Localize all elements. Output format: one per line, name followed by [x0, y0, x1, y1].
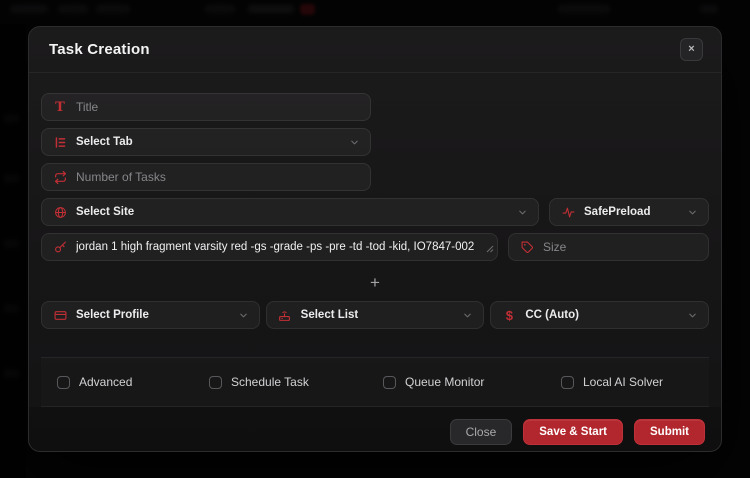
select-profile-value: Select Profile [76, 309, 149, 321]
select-list-value: Select List [301, 309, 359, 321]
checkbox-label: Local AI Solver [583, 375, 663, 389]
options-section: Advanced Schedule Task Queue Monitor Local … [41, 357, 709, 407]
plus-icon[interactable]: + [360, 274, 390, 291]
checkbox-box[interactable] [383, 376, 396, 389]
keyword-token: -tod [366, 241, 386, 253]
title-text-icon: T [53, 101, 67, 114]
checkbox-box[interactable] [209, 376, 222, 389]
list-tree-icon [53, 136, 67, 149]
keyword-token: -ps [306, 241, 322, 253]
checkbox-label: Queue Monitor [405, 375, 484, 389]
size-field[interactable] [508, 233, 709, 261]
credit-card-icon [53, 309, 67, 322]
chevron-down-icon [687, 310, 698, 321]
checkbox-label: Schedule Task [231, 375, 309, 389]
close-icon[interactable]: × [680, 38, 703, 61]
globe-icon [53, 206, 67, 219]
save-and-start-button[interactable]: Save & Start [523, 419, 623, 445]
preload-mode-dropdown[interactable]: SafePreload [549, 198, 709, 226]
close-button[interactable]: Close [450, 419, 513, 445]
select-tab-dropdown[interactable]: Select Tab [41, 128, 371, 156]
cc-mode-value: CC (Auto) [525, 309, 579, 321]
keyword-token: 1 high fragment varsity red [108, 241, 251, 253]
proxy-router-icon [278, 309, 292, 322]
preload-mode-value: SafePreload [584, 206, 650, 218]
size-input[interactable] [543, 240, 698, 254]
chevron-down-icon [462, 310, 473, 321]
chevron-down-icon [517, 207, 528, 218]
modal-body: T Select Tab [29, 73, 721, 407]
checkbox-box[interactable] [561, 376, 574, 389]
title-field[interactable]: T [41, 93, 371, 121]
modal-header: Task Creation × [29, 27, 721, 73]
number-of-tasks-input[interactable] [76, 170, 360, 184]
modal-footer: Close Save & Start Submit [29, 407, 721, 452]
checkbox-advanced[interactable]: Advanced [57, 375, 209, 389]
chevron-down-icon [687, 207, 698, 218]
checkbox-local-ai-solver[interactable]: Local AI Solver [561, 375, 693, 389]
keyword-token: -grade [267, 241, 307, 253]
task-creation-modal: Task Creation × T Select Tab [28, 26, 722, 452]
resize-handle[interactable] [486, 240, 494, 258]
keyword-token: -gs [251, 241, 267, 253]
select-tab-value: Select Tab [76, 136, 133, 148]
activity-pulse-icon [561, 206, 575, 219]
modal-title: Task Creation [49, 41, 150, 58]
keywords-value: jordan 1 high fragment varsity red -gs -… [76, 241, 487, 253]
chevron-down-icon [349, 137, 360, 148]
select-site-value: Select Site [76, 206, 134, 218]
title-input[interactable] [76, 100, 360, 114]
keywords-textarea[interactable]: jordan 1 high fragment varsity red -gs -… [41, 233, 498, 261]
cc-mode-dropdown[interactable]: $ CC (Auto) [490, 301, 709, 329]
chevron-down-icon [238, 310, 249, 321]
keyword-token: -pre -td [322, 241, 365, 253]
key-icon [53, 241, 67, 254]
dollar-icon: $ [502, 309, 516, 322]
submit-button[interactable]: Submit [634, 419, 705, 445]
select-list-dropdown[interactable]: Select List [266, 301, 485, 329]
checkbox-schedule-task[interactable]: Schedule Task [209, 375, 383, 389]
checkbox-label: Advanced [79, 375, 132, 389]
tag-icon [520, 241, 534, 254]
select-site-dropdown[interactable]: Select Site [41, 198, 539, 226]
checkbox-queue-monitor[interactable]: Queue Monitor [383, 375, 561, 389]
select-profile-dropdown[interactable]: Select Profile [41, 301, 260, 329]
keyword-token: jordan [76, 241, 108, 253]
keyword-token: -kid, IO7847-002 [385, 241, 474, 253]
add-row: + [41, 270, 709, 294]
number-of-tasks-field[interactable] [41, 163, 371, 191]
repeat-icon [53, 171, 67, 184]
checkbox-box[interactable] [57, 376, 70, 389]
